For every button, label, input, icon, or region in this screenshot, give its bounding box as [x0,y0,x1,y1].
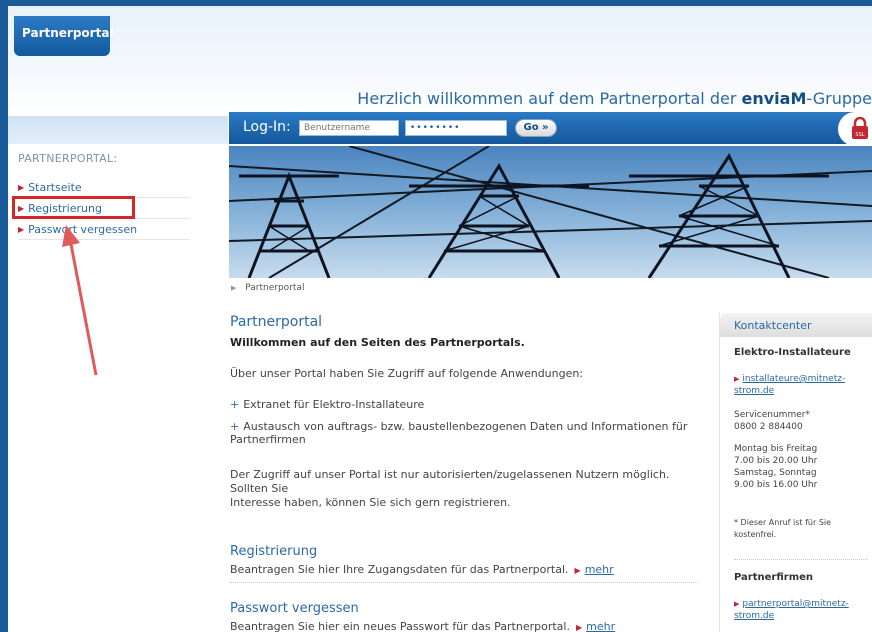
arrow-right-icon: ▶ [734,375,740,383]
sidebar-item-label: Startseite [28,180,82,194]
ssl-badge: SSL [838,112,872,146]
registrierung-highlight [12,196,135,219]
arrow-right-icon: ▶ [734,600,740,608]
welcome-brand: enviaM [741,89,807,108]
divider [230,582,698,583]
service-value: 0800 2 884400 [734,422,803,432]
kontaktcenter-body: Elektro-Installateure ▶ installateure@mit… [720,347,872,622]
section-title[interactable]: Registrierung [230,544,700,559]
mehr-link-passwort[interactable]: mehr [586,620,615,632]
hours-line: 7.00 bis 20.00 Uhr [734,456,818,466]
kontaktcenter-header: Kontaktcenter [720,313,872,337]
password-input[interactable] [405,120,507,136]
username-input[interactable] [299,120,399,136]
section-title[interactable]: Passwort vergessen [230,601,700,616]
service-number: Servicenummer* 0800 2 884400 [734,409,872,433]
kontakt-email-partnerfirmen[interactable]: ▶ partnerportal@mitnetz- strom.de [734,598,872,622]
login-bar: Log-In: Go » SSL [229,112,872,146]
section-description: Beantragen Sie hier Ihre Zugangsdaten fü… [230,563,569,576]
service-label: Servicenummer* [734,410,810,420]
brand-tab-label: Partnerportal [22,26,114,40]
access-text-line: Der Zugriff auf unser Portal ist nur aut… [230,468,670,495]
pylon-illustration [229,146,872,278]
sidebar-header-strip [8,116,228,144]
hours-line: Montag bis Freitag [734,444,818,454]
section-registrierung: Registrierung Beantragen Sie hier Ihre Z… [230,544,700,583]
welcome-suffix: -Gruppe [806,89,872,108]
plus-icon: + [230,420,240,433]
go-button[interactable]: Go » [515,119,557,137]
page-header: Partnerportal Herzlich willkommen auf de… [8,6,872,116]
plus-icon: + [230,398,240,411]
welcome-text: Herzlich willkommen auf dem Partnerporta… [357,89,742,108]
kontakt-group-title: Partnerfirmen [734,572,814,583]
sidebar-title: PARTNERPORTAL: [18,152,118,165]
sidebar-item-startseite[interactable]: ▶ Startseite [18,177,190,198]
window-frame-left [0,0,8,632]
email-line: installateure@mitnetz- [742,374,846,384]
kontakt-email-installateure[interactable]: ▶ installateure@mitnetz- strom.de [734,373,872,397]
access-text: Der Zugriff auf unser Portal ist nur aut… [230,468,700,510]
hero-image-power-pylons [229,146,872,278]
page-title: Partnerportal [230,314,323,330]
bullet-text: Extranet für Elektro-Installateure [243,398,425,411]
free-call-note: * Dieser Anruf ist für Sie kostenfrei. [734,517,872,541]
section-description: Beantragen Sie hier ein neues Passwort f… [230,620,570,632]
divider [734,559,868,560]
arrow-right-icon: ▶ [18,224,25,234]
section-text: Beantragen Sie hier Ihre Zugangsdaten fü… [230,563,700,576]
arrow-right-icon: ▶ [18,182,25,192]
opening-hours: Montag bis Freitag 7.00 bis 20.00 Uhr Sa… [734,443,872,491]
arrow-right-icon: ▶ [575,623,583,632]
breadcrumb-item[interactable]: Partnerportal [245,283,304,293]
kontakt-group-title: Elektro-Installateure [734,347,851,358]
breadcrumb: ▶ Partnerportal [231,283,304,293]
email-line: strom.de [734,386,775,396]
login-label: Log-In: [243,119,291,135]
email-line: strom.de [734,611,775,621]
welcome-heading: Willkommen auf den Seiten des Partnerpor… [230,336,525,349]
brand-tab[interactable]: Partnerportal [14,16,114,56]
arrow-right-icon: ▶ [231,284,237,292]
email-line: partnerportal@mitnetz- [742,599,849,609]
mehr-link-registrierung[interactable]: mehr [585,563,614,576]
kontaktcenter-box: Kontaktcenter Elektro-Installateure ▶ ins… [719,313,872,632]
main-content: Partnerportal Willkommen auf den Seiten … [230,314,700,632]
list-item: + Austausch von auftrags- bzw. baustellen… [230,420,700,446]
lock-icon: SSL [852,116,868,139]
list-item: + Extranet für Elektro-Installateure [230,398,700,411]
arrow-right-icon: ▶ [574,566,581,575]
note-line: kostenfrei. [734,530,777,539]
bullet-text: Austausch von auftrags- bzw. baustellenb… [230,420,688,446]
section-text: Beantragen Sie hier ein neues Passwort f… [230,620,700,632]
section-passwort-vergessen: Passwort vergessen Beantragen Sie hier e… [230,601,700,632]
note-line: * Dieser Anruf ist für Sie [734,518,832,527]
hours-line: 9.00 bis 16.00 Uhr [734,480,818,490]
hours-line: Samstag, Sonntag [734,468,817,478]
intro-text: Über unser Portal haben Sie Zugriff auf … [230,367,584,380]
access-text-line: Interesse haben, können Sie sich gern re… [230,496,511,509]
ssl-label: SSL [855,132,864,138]
welcome-headline: Herzlich willkommen auf dem Partnerporta… [357,89,872,108]
annotation-arrow [62,225,98,376]
